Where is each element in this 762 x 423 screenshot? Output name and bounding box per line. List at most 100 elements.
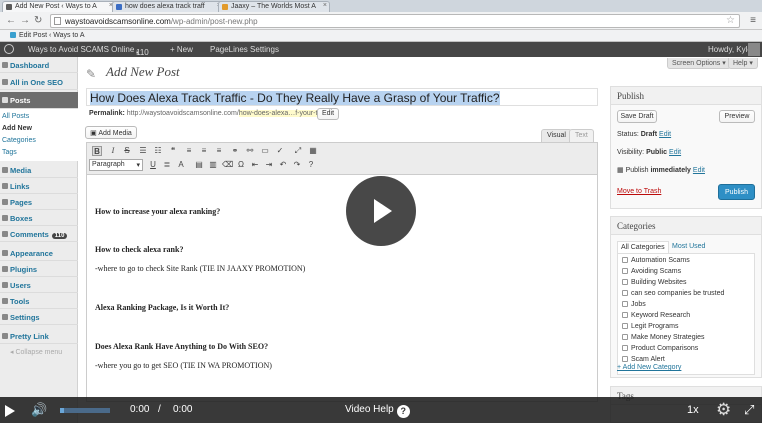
howdy-user-menu[interactable]: Howdy, Kyle — [708, 45, 752, 54]
paste-text-icon[interactable]: ▤ — [194, 160, 204, 170]
sidebar-item-media[interactable]: Media — [0, 162, 78, 178]
justify-icon[interactable]: ≣ — [162, 160, 172, 170]
submenu-add-new[interactable]: Add New — [2, 125, 32, 132]
preview-button[interactable]: Preview — [719, 110, 755, 123]
reload-icon[interactable]: ↻ — [34, 15, 42, 26]
category-checkbox[interactable]: Avoiding Scams — [622, 268, 681, 275]
new-content-link[interactable]: + New — [170, 45, 193, 54]
bullet-list-icon[interactable]: ☰ — [138, 146, 148, 156]
avatar[interactable] — [748, 43, 760, 56]
back-arrow-icon[interactable]: ← — [6, 15, 16, 26]
visibility-edit-link[interactable]: Edit — [669, 149, 681, 156]
outdent-icon[interactable]: ⇤ — [250, 160, 260, 170]
category-checkbox[interactable]: can seo companies be trusted — [622, 290, 724, 297]
read-more-icon[interactable]: ▭ — [260, 146, 270, 156]
category-checkbox[interactable]: Keyword Research — [622, 312, 690, 319]
category-checkbox[interactable]: Scam Alert — [622, 356, 665, 363]
tab-all-categories[interactable]: All Categories — [617, 241, 669, 253]
special-character-icon[interactable]: Ω — [236, 160, 246, 170]
unlink-icon[interactable]: ⚯ — [245, 146, 255, 156]
volume-icon[interactable]: 🔊 — [31, 402, 47, 418]
sidebar-item-tools[interactable]: Tools — [0, 293, 78, 309]
site-name-link[interactable]: Ways to Avoid SCAMS Online — [28, 45, 134, 54]
video-help-button[interactable]: Video Help? — [345, 404, 410, 418]
align-center-icon[interactable]: ≡ — [199, 146, 209, 156]
video-progress-bar[interactable] — [60, 408, 110, 413]
help-button[interactable]: Help ▾ — [728, 58, 758, 69]
text-color-icon[interactable]: A — [176, 160, 186, 170]
category-checkbox[interactable]: Make Money Strategies — [622, 334, 705, 341]
tab-most-used[interactable]: Most Used — [669, 241, 708, 252]
bookmark-item[interactable]: Edit Post ‹ Ways to A — [10, 32, 85, 39]
blockquote-icon[interactable]: ❝ — [168, 146, 178, 156]
browser-tab-alexa-search[interactable]: how does alexa track traff × — [112, 1, 224, 12]
close-tab-icon[interactable]: × — [323, 2, 327, 9]
category-checkbox[interactable]: Building Websites — [622, 279, 687, 286]
bookmark-star-icon[interactable]: ☆ — [726, 15, 735, 26]
redo-icon[interactable]: ↷ — [292, 160, 302, 170]
schedule-edit-link[interactable]: Edit — [693, 167, 705, 174]
browser-tab-add-new-post[interactable]: Add New Post ‹ Ways to A × — [2, 1, 116, 12]
strikethrough-icon[interactable]: S — [122, 146, 132, 156]
submenu-all-posts[interactable]: All Posts — [2, 113, 29, 120]
paste-word-icon[interactable]: ▥ — [208, 160, 218, 170]
collapse-menu-button[interactable]: ◂ Collapse menu — [10, 348, 62, 356]
publish-button[interactable]: Publish — [718, 184, 755, 200]
wordpress-logo-icon[interactable] — [4, 44, 14, 54]
screen-options-button[interactable]: Screen Options ▾ — [667, 58, 731, 69]
insert-link-icon[interactable]: ⚭ — [230, 146, 240, 156]
sidebar-item-appearance[interactable]: Appearance — [0, 245, 78, 261]
sidebar-item-posts[interactable]: Posts — [0, 92, 78, 109]
move-to-trash-link[interactable]: Move to Trash — [617, 188, 661, 195]
gear-icon[interactable]: ⚙ — [716, 400, 731, 420]
sidebar-item-pretty-link[interactable]: Pretty Link — [0, 328, 78, 344]
sidebar-item-links[interactable]: Links — [0, 178, 78, 194]
bold-icon[interactable]: B — [92, 146, 102, 156]
save-draft-button[interactable]: Save Draft — [617, 110, 657, 123]
sidebar-item-all-in-one-seo[interactable]: All in One SEO — [0, 74, 78, 90]
status-edit-link[interactable]: Edit — [659, 131, 671, 138]
submenu-categories[interactable]: Categories — [2, 137, 36, 144]
sidebar-item-pages[interactable]: Pages — [0, 194, 78, 210]
pagelines-settings-link[interactable]: PageLines Settings — [210, 45, 279, 54]
sidebar-item-boxes[interactable]: Boxes — [0, 210, 78, 226]
indent-icon[interactable]: ⇥ — [264, 160, 274, 170]
sidebar-item-users[interactable]: Users — [0, 277, 78, 293]
permalink-edit-button[interactable]: Edit — [317, 108, 339, 120]
underline-icon[interactable]: U — [148, 160, 158, 170]
post-title-input[interactable]: How Does Alexa Track Traffic - Do They R… — [86, 88, 598, 106]
browser-tab-jaaxy[interactable]: Jaaxy – The Worlds Most A × — [218, 1, 330, 12]
tab-text[interactable]: Text — [569, 129, 594, 142]
address-bar[interactable]: waystoavoidscamsonline.com/wp-admin/post… — [50, 14, 740, 28]
paragraph-format-select[interactable]: Paragraph ▾ — [89, 159, 143, 171]
fullscreen-icon[interactable]: ⤢ — [744, 402, 754, 418]
align-right-icon[interactable]: ≡ — [214, 146, 224, 156]
play-button-icon[interactable] — [5, 405, 15, 417]
category-checkbox[interactable]: Legit Programs — [622, 323, 678, 330]
forward-arrow-icon[interactable]: → — [20, 15, 30, 26]
browser-menu-icon[interactable]: ≡ — [750, 15, 756, 26]
video-play-overlay-button[interactable] — [346, 176, 416, 246]
playback-speed-button[interactable]: 1x — [687, 404, 699, 416]
add-new-category-link[interactable]: + Add New Category — [617, 364, 681, 371]
spellcheck-icon[interactable]: ✓ — [275, 146, 285, 156]
kitchen-sink-icon[interactable]: ▦ — [308, 146, 318, 156]
sidebar-item-comments[interactable]: Comments 110 — [0, 226, 78, 242]
add-media-button[interactable]: ▣ Add Media — [85, 126, 137, 139]
undo-icon[interactable]: ↶ — [278, 160, 288, 170]
tab-visual[interactable]: Visual — [541, 129, 572, 142]
category-checkbox[interactable]: Product Comparisons — [622, 345, 698, 352]
fullscreen-icon[interactable]: ⤢ — [293, 146, 303, 156]
align-left-icon[interactable]: ≡ — [184, 146, 194, 156]
category-checkbox[interactable]: Jobs — [622, 301, 646, 308]
post-editor[interactable]: B I S ☰ ☷ ❝ ≡ ≡ ≡ ⚭ ⚯ ▭ ✓ ⤢ ▦ Paragraph ▾… — [86, 142, 598, 402]
sidebar-item-plugins[interactable]: Plugins — [0, 261, 78, 277]
clear-formatting-icon[interactable]: ⌫ — [222, 160, 233, 170]
sidebar-item-settings[interactable]: Settings — [0, 309, 78, 325]
numbered-list-icon[interactable]: ☷ — [153, 146, 163, 156]
help-circle-icon[interactable]: ? — [306, 160, 316, 170]
sidebar-item-dashboard[interactable]: Dashboard — [0, 57, 78, 73]
category-checkbox[interactable]: Automation Scams — [622, 257, 690, 264]
submenu-tags[interactable]: Tags — [2, 149, 17, 156]
italic-icon[interactable]: I — [108, 146, 118, 156]
